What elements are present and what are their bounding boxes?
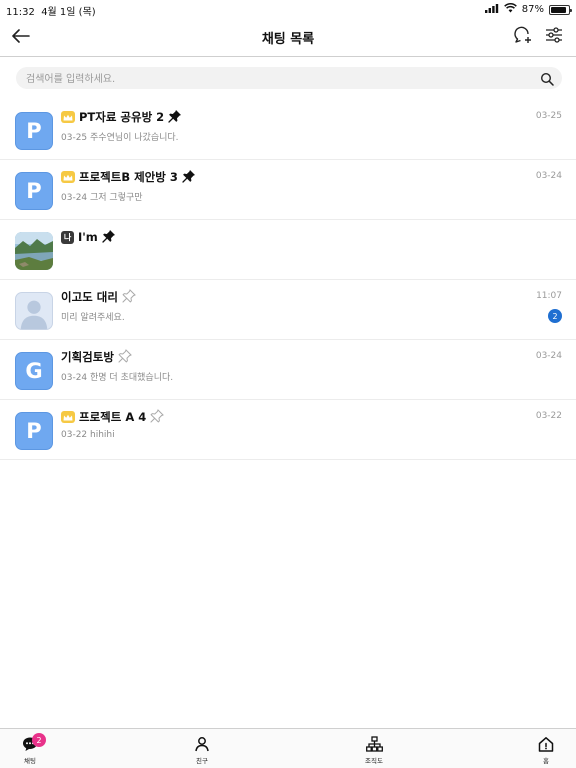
signal-icon: [484, 3, 499, 16]
chat-preview: 03-24 한명 더 초대했습니다.: [61, 373, 174, 383]
chat-preview: 03-24 그저 그렇구만: [61, 193, 143, 203]
search-icon[interactable]: [540, 71, 554, 90]
tab-label: 홈: [543, 757, 549, 765]
chat-time: 03-25: [535, 111, 562, 121]
tab-label: 조직도: [365, 757, 383, 765]
avatar: P: [15, 172, 53, 210]
tab-chat[interactable]: 채팅 2: [10, 733, 50, 767]
tab-label: 친구: [196, 757, 208, 765]
home-icon: [526, 735, 566, 753]
crown-icon: [61, 411, 75, 423]
chat-name: 프로젝트 A 4: [79, 410, 147, 424]
chat-time: 03-24: [535, 171, 562, 181]
status-bar: 11:32 4월 1일 (목) 87%: [0, 0, 576, 18]
new-chat-button[interactable]: [510, 24, 536, 50]
pin-outline-icon[interactable]: [150, 408, 165, 427]
settings-icon: [545, 26, 563, 48]
new-chat-icon: [513, 25, 533, 49]
chat-time: 11:07: [536, 291, 562, 301]
chat-name: 프로젝트B 제안방 3: [79, 170, 178, 184]
battery-percent: 87%: [521, 4, 544, 15]
chat-row[interactable]: G 기획검토방 03-24 한명 더 초대했습니다. 03-24: [0, 340, 576, 400]
chat-preview: 03-22 hihihi: [61, 430, 115, 440]
tab-bar: 채팅 2 친구 조직도 홈: [0, 728, 576, 768]
crown-icon: [61, 111, 75, 123]
status-time: 11:32 4월 1일 (목): [6, 7, 96, 18]
landscape-photo-avatar: [15, 232, 53, 270]
search-bar: [16, 67, 562, 91]
chat-list: P PT자료 공유방 2 03-25 주수연님이 나갔습니다. 03-25 P …: [0, 100, 576, 460]
chat-row[interactable]: 나 I'm: [0, 220, 576, 280]
avatar: G: [15, 352, 53, 390]
pin-icon[interactable]: [102, 228, 116, 247]
chat-time: 03-24: [535, 351, 562, 361]
avatar: P: [15, 112, 53, 150]
chat-preview: 미리 알려주세요.: [61, 313, 125, 323]
chat-name: PT자료 공유방 2: [79, 110, 165, 124]
tab-org[interactable]: 조직도: [354, 735, 394, 767]
pin-outline-icon[interactable]: [122, 288, 136, 307]
pin-icon[interactable]: [168, 108, 182, 127]
pin-icon[interactable]: [182, 168, 196, 187]
settings-button[interactable]: [541, 24, 567, 50]
chat-row[interactable]: 이고도 대리 미리 알려주세요. 11:07 2: [0, 280, 576, 340]
chat-row[interactable]: P 프로젝트 A 4 03-22 hihihi 03-22: [0, 400, 576, 460]
chat-preview: 03-25 주수연님이 나갔습니다.: [61, 133, 179, 143]
person-icon: [182, 735, 222, 753]
tab-friends[interactable]: 친구: [182, 735, 222, 767]
crown-icon: [61, 171, 75, 183]
pin-outline-icon[interactable]: [118, 348, 132, 367]
chat-name: 이고도 대리: [61, 290, 118, 304]
chat-time: 03-22: [535, 411, 562, 421]
tab-home[interactable]: 홈: [526, 735, 566, 767]
unread-badge: 2: [548, 309, 562, 323]
chat-name: I'm: [78, 230, 98, 244]
chat-row[interactable]: P PT자료 공유방 2 03-25 주수연님이 나갔습니다. 03-25: [0, 100, 576, 160]
page-title: 채팅 목록: [261, 32, 315, 47]
wifi-icon: [503, 3, 517, 16]
chat-name: 기획검토방: [61, 350, 114, 364]
battery-icon: [549, 4, 572, 15]
chat-tab-badge: 2: [32, 733, 46, 747]
org-chart-icon: [354, 735, 394, 753]
chat-row[interactable]: P 프로젝트B 제안방 3 03-24 그저 그렇구만 03-24: [0, 160, 576, 220]
search-input[interactable]: [16, 68, 516, 91]
avatar: P: [15, 412, 53, 450]
tab-label: 채팅: [24, 757, 36, 765]
me-tag: 나: [61, 230, 74, 244]
person-avatar: [15, 292, 53, 330]
header: 채팅 목록: [0, 18, 576, 57]
